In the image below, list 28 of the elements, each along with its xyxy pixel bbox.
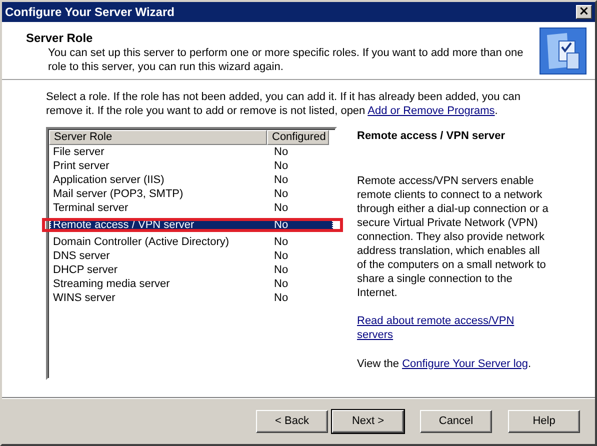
list-row[interactable]: File server No <box>50 145 333 159</box>
wizard-button[interactable]: Cancel <box>420 410 492 432</box>
role-description: Remote access/VPN servers enable remote clients to connect to a network through either a dial-up connection or a secure Virtual Private Network (VPN) connection. They also provide network address translation, which enables all of the computers on a small network to share a single connection to the Internet. <box>357 174 549 300</box>
list-row[interactable]: Application server (IIS) No <box>50 173 333 187</box>
page-title: Server Role <box>26 31 94 45</box>
wizard-icon <box>539 27 587 75</box>
list-row[interactable]: Terminal server No <box>50 201 333 215</box>
wizard-button[interactable]: Help <box>508 410 580 432</box>
read-more-link[interactable]: Read about remote access/VPN servers <box>357 314 522 342</box>
close-button[interactable]: × <box>576 5 592 19</box>
wizard-button[interactable]: Next > <box>332 410 404 432</box>
list-row[interactable]: DHCP server No <box>50 263 333 277</box>
list-row[interactable]: Domain Controller (Active Directory) No <box>50 235 333 249</box>
list-row[interactable]: Print server No <box>50 159 333 173</box>
list-row[interactable]: Streaming media server No <box>50 277 333 291</box>
list-row[interactable]: WINS server No <box>50 291 333 305</box>
log-link[interactable]: Configure Your Server log <box>402 358 528 370</box>
list-row[interactable]: DNS server No <box>50 249 333 263</box>
wizard-button[interactable]: < Back <box>256 410 328 432</box>
instruction-text: Select a role. If the role has not been added, you can add it. If it has already been added, you can remove it. If the role you want to add or remove is not listed, open Add or Remove Programs. <box>46 90 522 118</box>
log-sentence: View the Configure Your Server log. <box>357 357 532 371</box>
page-description: You can set up this server to perform one or more specific roles. If you want to add more than one role to this server, you can run this wizard again. <box>48 46 524 74</box>
column-header[interactable]: Configured <box>267 130 329 145</box>
column-header[interactable]: Server Role <box>49 130 267 145</box>
window-title: Configure Your Server Wizard <box>5 5 174 19</box>
role-title: Remote access / VPN server <box>357 129 506 143</box>
list-row[interactable]: Mail server (POP3, SMTP) No <box>50 187 333 201</box>
programs-link[interactable]: Add or Remove Programs <box>368 105 495 117</box>
